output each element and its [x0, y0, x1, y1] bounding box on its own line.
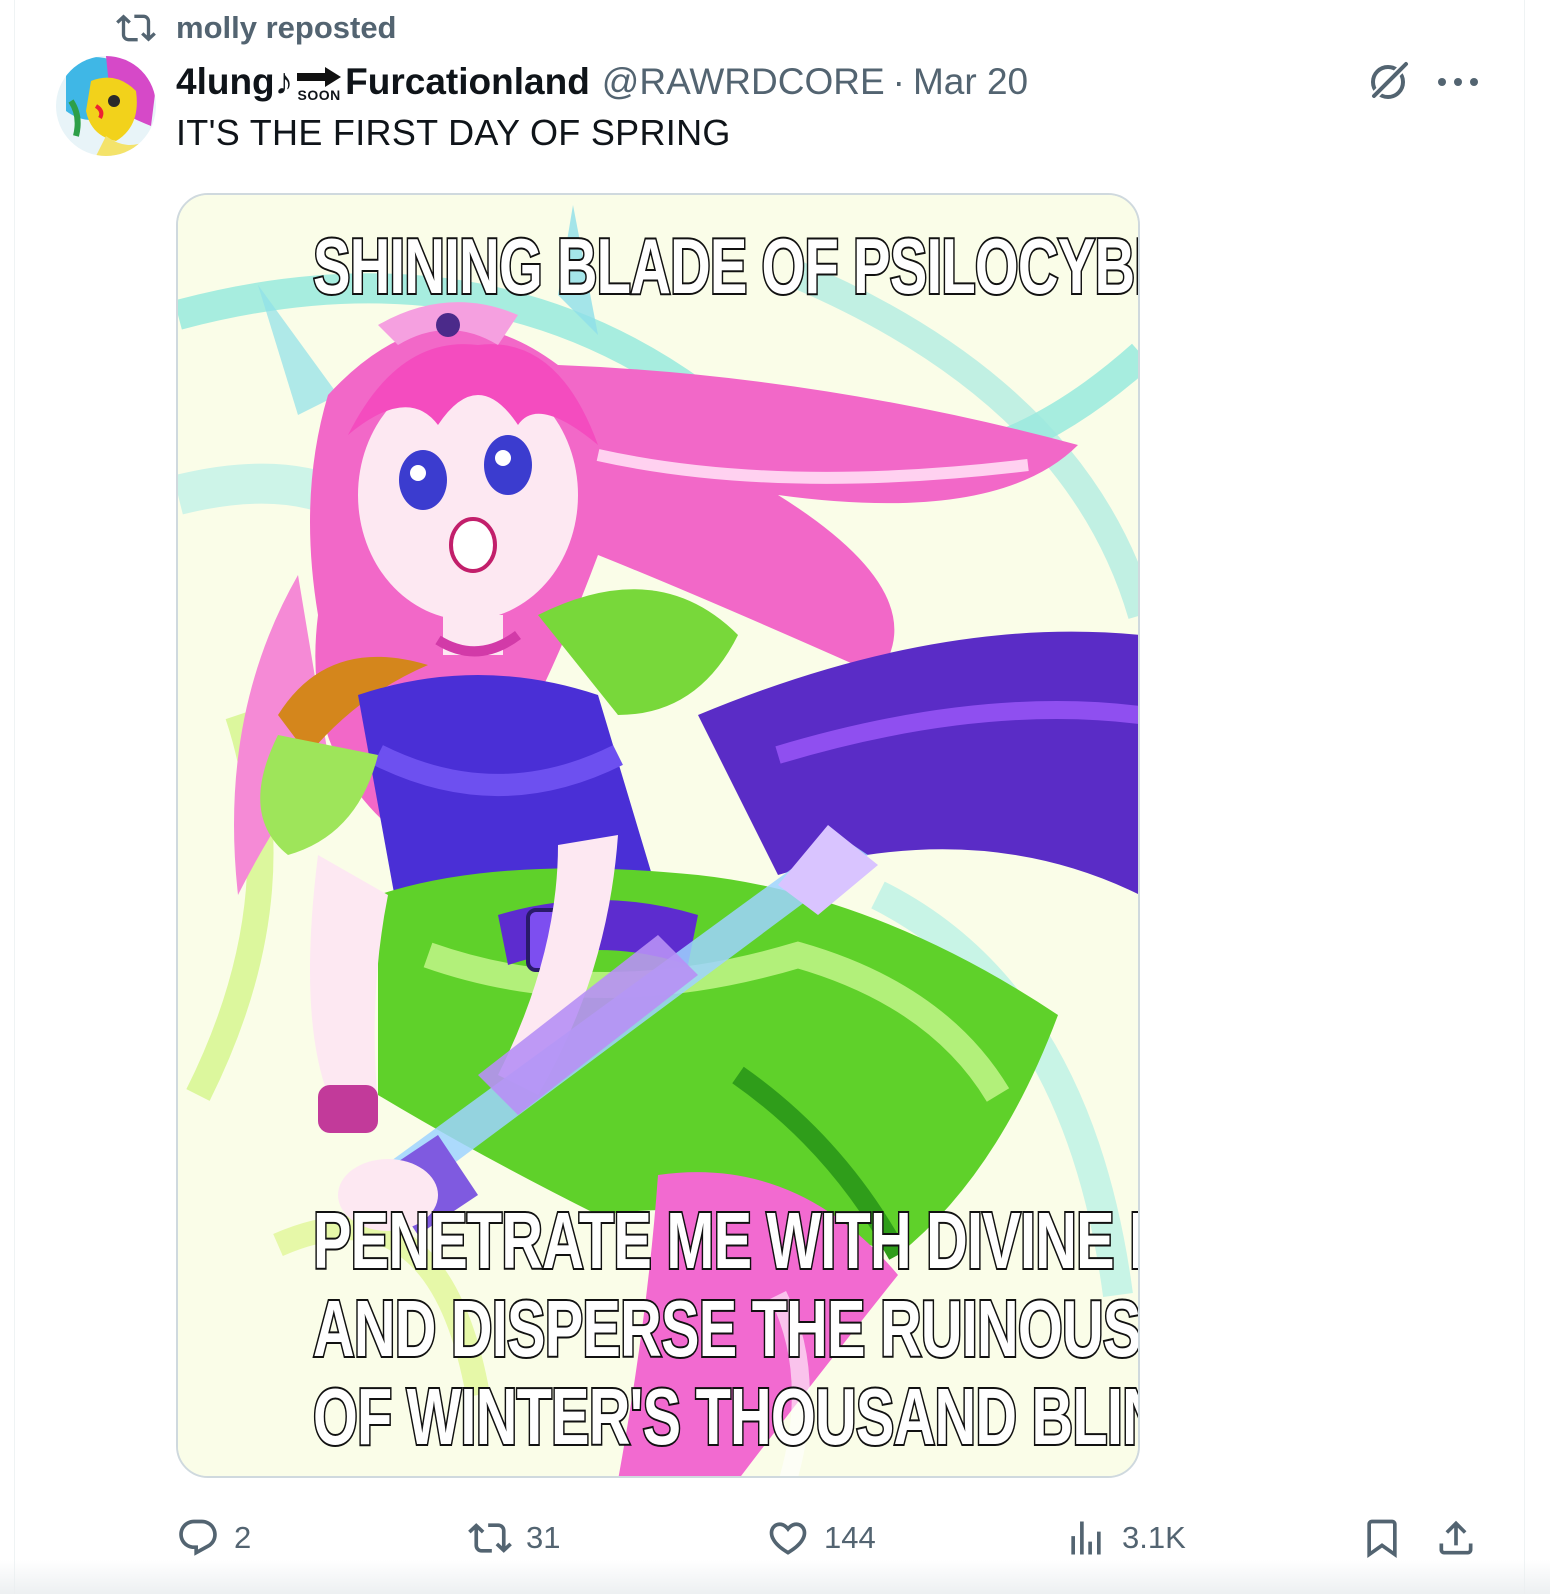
meme-bottom-caption-line-1: PENETRATE ME WITH DIVINE LIGHT	[312, 1195, 1138, 1287]
repost-context[interactable]: molly reposted	[116, 8, 397, 48]
repost-label: molly reposted	[176, 10, 397, 45]
soon-label: SOON	[297, 87, 341, 103]
timeline-left-border	[14, 0, 15, 1594]
avatar-image	[56, 56, 156, 156]
bookmark-icon	[1367, 1519, 1397, 1559]
tweet-text: IT'S THE FIRST DAY OF SPRING	[176, 112, 731, 153]
views-count: 3.1K	[1122, 1520, 1186, 1555]
views-button[interactable]: 3.1K	[1064, 1510, 1186, 1566]
bottom-edge-shadow	[0, 1560, 1550, 1594]
user-handle[interactable]: @RAWRDCORE	[602, 61, 885, 103]
grok-icon[interactable]	[1366, 58, 1412, 104]
bookmark-button[interactable]	[1360, 1510, 1404, 1566]
tweet-header: 4lung♪ SOON Furcationland @RAWRDCORE · M…	[176, 58, 1028, 106]
avatar[interactable]	[56, 56, 156, 156]
like-button[interactable]: 144	[766, 1510, 876, 1566]
reply-count: 2	[234, 1520, 252, 1555]
repost-count: 31	[526, 1520, 561, 1555]
share-button[interactable]	[1434, 1510, 1478, 1566]
views-chart-icon	[1071, 1521, 1101, 1555]
separator-dot: ·	[892, 61, 905, 102]
display-name-suffix[interactable]: Furcationland	[345, 61, 590, 103]
soon-arrow-badge: SOON	[295, 66, 343, 102]
heart-icon	[769, 1522, 807, 1555]
reply-icon	[179, 1519, 217, 1556]
repost-icon	[468, 1523, 512, 1553]
display-name[interactable]: 4lung♪	[176, 61, 293, 103]
more-options-icon[interactable]	[1436, 64, 1480, 100]
arrow-right-icon	[297, 67, 342, 87]
meme-bottom-caption-line-3: OF WINTER'S THOUSAND BLINKERS	[312, 1371, 1138, 1463]
tweet-media-image[interactable]: SHINING BLADE OF PSILOCYBIN PENETRATE ME…	[176, 193, 1140, 1478]
repost-icon	[116, 14, 156, 42]
like-count: 144	[824, 1520, 876, 1555]
timeline-right-border	[1524, 0, 1525, 1594]
post-date[interactable]: Mar 20	[913, 61, 1028, 103]
meme-bottom-caption-line-2: AND DISPERSE THE RUINOUS HAZE	[312, 1283, 1138, 1375]
share-icon	[1439, 1520, 1473, 1555]
meme-top-caption: SHINING BLADE OF PSILOCYBIN	[312, 220, 1140, 312]
tweet-page: molly reposted 4lung♪ SOON Furcationland…	[0, 0, 1550, 1594]
repost-button[interactable]: 31	[468, 1510, 560, 1566]
reply-button[interactable]: 2	[176, 1510, 251, 1566]
tweet-action-bar: 2 31 144 3.1K	[176, 1510, 1486, 1566]
